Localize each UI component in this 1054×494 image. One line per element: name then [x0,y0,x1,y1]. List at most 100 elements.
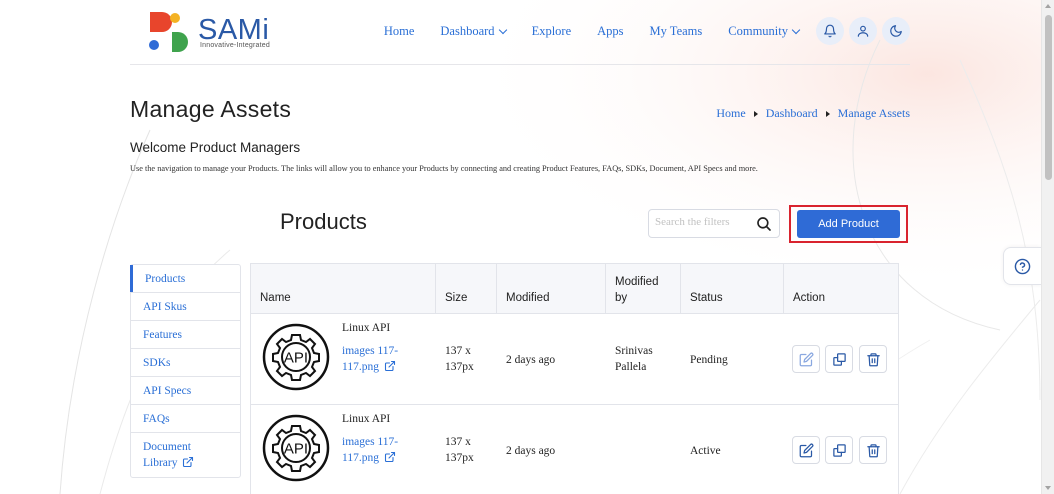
sidebar-item-document-library[interactable]: Document Library [131,433,240,477]
chevron-down-icon [498,25,507,34]
duplicate-button[interactable] [825,345,853,373]
delete-button[interactable] [859,345,887,373]
copy-icon [832,352,846,366]
nav-home[interactable]: Home [384,24,415,39]
profile-button[interactable] [849,17,877,45]
breadcrumb: Home Dashboard Manage Assets [716,106,910,121]
edit-button[interactable] [792,345,820,373]
trash-icon [866,443,880,457]
duplicate-button[interactable] [825,436,853,464]
nav-explore[interactable]: Explore [532,24,572,39]
name-cell: API Linux API images 117-117.png [251,405,436,494]
name-cell: API Linux API images 117-117.png [251,314,436,405]
delete-button[interactable] [859,436,887,464]
external-link-icon [384,360,396,372]
column-header-action: Action [793,292,825,304]
nav-my-teams[interactable]: My Teams [650,24,703,39]
sidebar-item-products[interactable]: Products [130,265,240,293]
trash-icon [866,352,880,366]
asset-sidebar: Products API Skus Features SDKs API Spec… [130,264,241,478]
welcome-heading: Welcome Product Managers [130,140,301,155]
size-cell: 137 x 137px [436,405,497,494]
search-input[interactable] [655,216,755,228]
theme-toggle-button[interactable] [882,17,910,45]
svg-text:API: API [284,441,308,458]
modified-by-cell: Srinivas Pallela [606,314,681,405]
column-header-name[interactable]: Name [251,264,436,314]
api-gear-icon: API [262,414,330,482]
modified-by-cell [606,405,681,494]
chevron-down-icon [791,25,801,34]
status-cell: Active [681,405,784,494]
product-name: Linux API [342,322,391,334]
search-icon[interactable] [755,215,773,233]
page-description: Use the navigation to manage your Produc… [130,164,758,173]
sidebar-item-api-specs[interactable]: API Specs [131,377,240,405]
scrollbar-thumb[interactable] [1045,15,1052,180]
scroll-up-arrow-icon[interactable] [1045,4,1051,8]
search-box [648,209,780,238]
logo-mark-icon [149,12,188,52]
nav-community-label: Community [728,23,788,38]
column-header-modified-by-label: Modified by [615,276,659,304]
moon-icon [890,25,902,37]
edit-button[interactable] [792,436,820,464]
column-header-modified-by[interactable]: Modified by [606,264,681,314]
table-row: API Linux API images 117-117.png 137 x 1… [251,405,898,494]
external-link-icon [183,456,194,468]
product-name: Linux API [342,413,391,425]
page-title: Manage Assets [130,96,292,122]
status-value: Active [690,445,721,457]
nav-apps[interactable]: Apps [597,24,623,39]
page-scrollbar[interactable] [1041,0,1054,494]
breadcrumb-arrow-icon [753,110,758,117]
question-circle-icon [1014,258,1031,274]
action-cell [784,314,898,405]
sami-logo[interactable]: SAMi Innovative-Integrated [146,10,276,54]
modified-value: 2 days ago [506,445,556,457]
sidebar-item-faqs[interactable]: FAQs [131,405,240,433]
table-header: Name Size Modified Modified by Status Ac… [251,264,898,314]
edit-icon [799,443,813,457]
edit-icon [799,352,813,366]
action-cell [784,405,898,494]
nav-dashboard-label: Dashboard [440,23,495,38]
size-value: 137 x 137px [445,436,474,464]
notifications-button[interactable] [816,17,844,45]
main-nav: Home Dashboard Explore Apps My Teams Com… [384,17,910,45]
size-value: 137 x 137px [445,345,474,373]
breadcrumb-manage-assets[interactable]: Manage Assets [838,106,910,121]
modified-cell: 2 days ago [497,314,606,405]
product-file-link[interactable]: images 117-117.png [342,343,412,375]
column-header-size[interactable]: Size [436,264,497,314]
copy-icon [832,443,846,457]
logo-tagline: Innovative-Integrated [200,42,270,49]
svg-text:API: API [284,350,308,367]
products-table: Name Size Modified Modified by Status Ac… [250,263,899,494]
top-header: SAMi Innovative-Integrated Home Dashboar… [130,0,910,65]
status-value: Pending [690,354,728,366]
scroll-down-arrow-icon[interactable] [1045,486,1051,490]
modified-cell: 2 days ago [497,405,606,494]
nav-community[interactable]: Community [728,23,801,39]
modified-by-value: Srinivas Pallela [615,345,653,373]
sidebar-item-features[interactable]: Features [131,321,240,349]
add-product-button[interactable]: Add Product [797,210,900,238]
sidebar-item-sdks[interactable]: SDKs [131,349,240,377]
external-link-icon [384,451,396,463]
nav-dashboard[interactable]: Dashboard [440,23,507,39]
products-heading: Products [280,209,367,234]
table-row: API Linux API images 117-117.png 137 x 1… [251,314,898,405]
breadcrumb-dashboard[interactable]: Dashboard [766,106,818,121]
breadcrumb-arrow-icon [825,110,830,117]
status-cell: Pending [681,314,784,405]
modified-value: 2 days ago [506,354,556,366]
sidebar-item-api-skus[interactable]: API Skus [131,293,240,321]
column-header-modified[interactable]: Modified [497,264,606,314]
size-cell: 137 x 137px [436,314,497,405]
product-file-link[interactable]: images 117-117.png [342,434,412,466]
help-button[interactable] [1003,247,1041,285]
column-header-status[interactable]: Status [681,264,784,314]
breadcrumb-home[interactable]: Home [716,106,745,121]
api-gear-icon: API [262,323,330,391]
